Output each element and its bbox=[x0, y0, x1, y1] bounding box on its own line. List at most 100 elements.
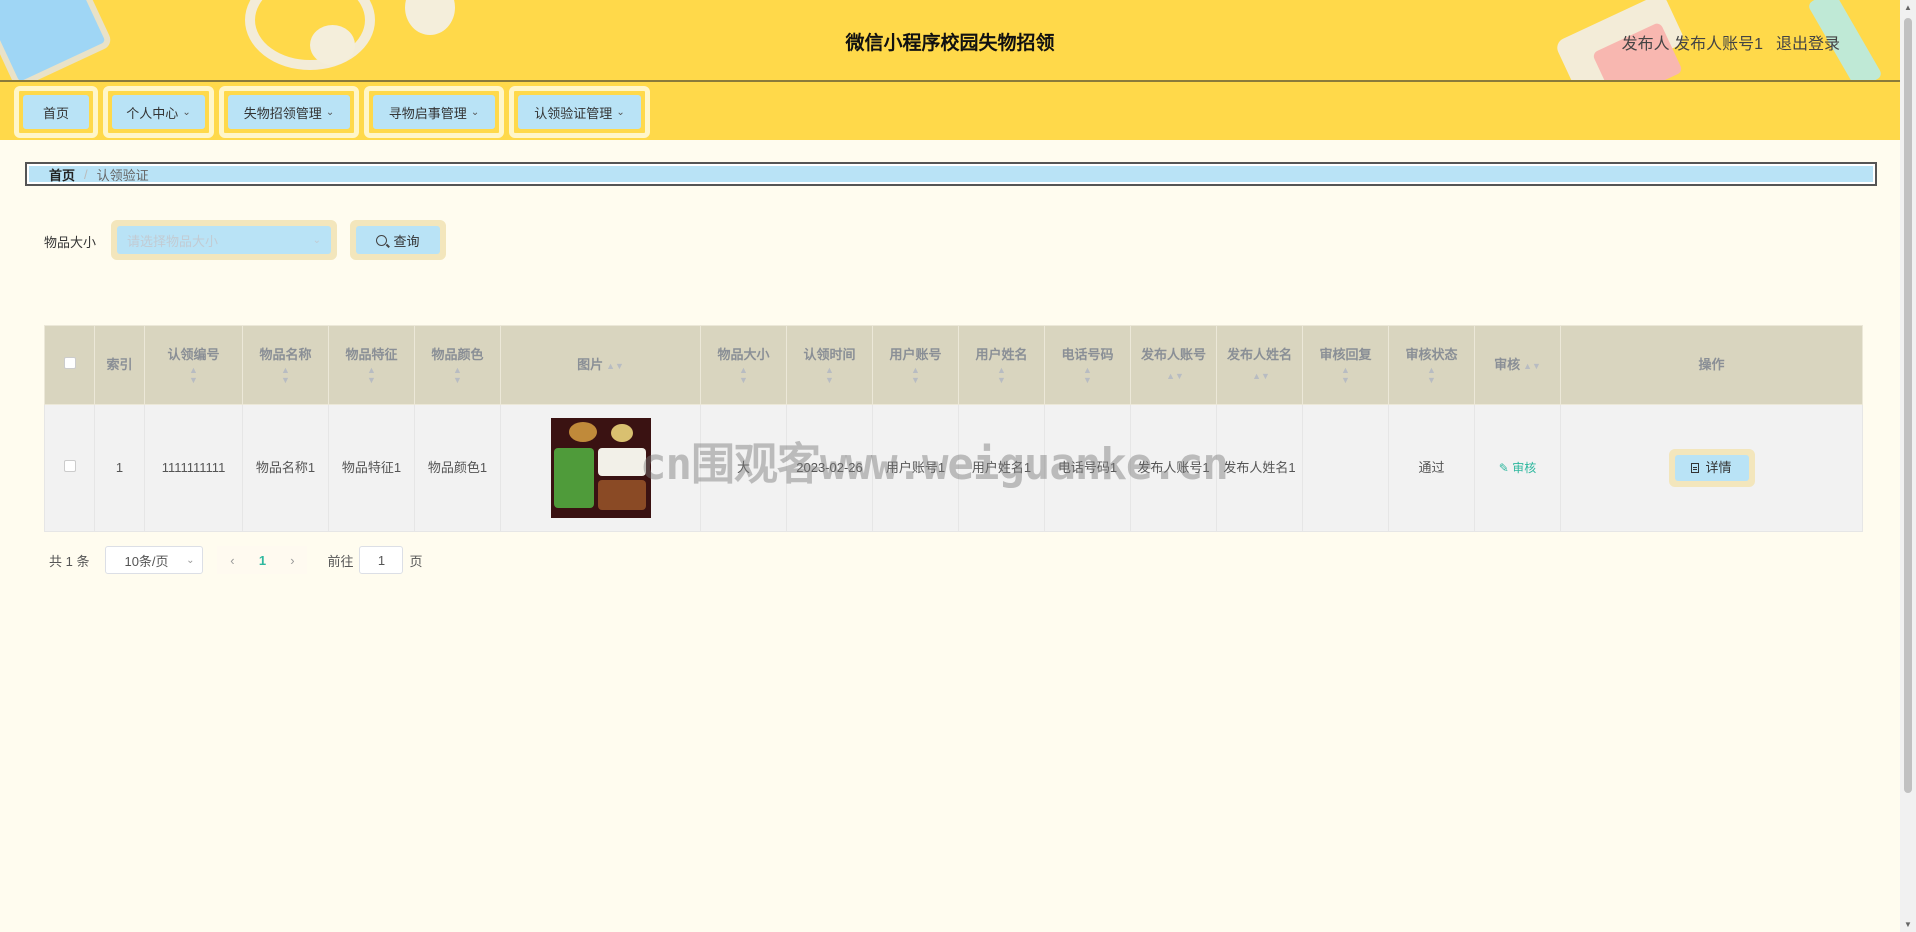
col-header-claim-no[interactable]: 认领编号 ▲ ▼ bbox=[144, 325, 243, 405]
select-all-cell bbox=[44, 325, 95, 405]
scroll-down-icon[interactable]: ▼ bbox=[1904, 920, 1912, 929]
nav-item-claim-verification-management[interactable]: 认领验证管理 ⌄ bbox=[509, 86, 650, 138]
table-row: 1 1111111111 物品名称1 物品特征1 物品颜色1 大 2023-02… bbox=[44, 404, 1863, 532]
chevron-down-icon: ⌄ bbox=[325, 106, 335, 118]
total-count: 共 1 条 bbox=[49, 553, 90, 569]
col-header-phone[interactable]: 电话号码 ▲ ▼ bbox=[1044, 325, 1131, 405]
edit-icon: ✎ bbox=[1498, 461, 1513, 475]
col-header-item-feature[interactable]: 物品特征 ▲ ▼ bbox=[328, 325, 415, 405]
vertical-scrollbar[interactable]: ▲ ▼ bbox=[1900, 0, 1916, 932]
sort-icon[interactable]: ▲▼ bbox=[1051, 365, 1124, 385]
goto-label: 前往 bbox=[327, 553, 354, 569]
cell-user-account: 用户账号1 bbox=[872, 404, 959, 532]
next-page-icon[interactable]: › bbox=[277, 553, 307, 568]
sort-icon[interactable]: ▲▼ bbox=[1252, 371, 1270, 381]
cell-image bbox=[500, 404, 701, 532]
col-header-item-size[interactable]: 物品大小 ▲ ▼ bbox=[700, 325, 787, 405]
chevron-down-icon: ⌄ bbox=[312, 234, 321, 246]
audit-link[interactable]: ✎ 审核 bbox=[1499, 461, 1536, 475]
nav-item-home[interactable]: 首页 bbox=[14, 86, 98, 138]
cell-audit: ✎ 审核 bbox=[1474, 404, 1561, 532]
header-label: 审核 bbox=[1494, 356, 1521, 372]
pagination: 共 1 条 10条/页 ⌄ ‹ 1 › 前往 页 bbox=[49, 546, 423, 574]
header-label: 索引 bbox=[106, 357, 133, 372]
sort-icon[interactable]: ▲▼ bbox=[965, 365, 1038, 385]
item-size-select[interactable]: 请选择物品大小 ⌄ bbox=[111, 220, 337, 260]
sort-icon[interactable]: ▲▼ bbox=[151, 365, 236, 385]
pager: ‹ 1 › bbox=[217, 546, 308, 574]
site-title: 微信小程序校园失物招领 bbox=[845, 33, 1055, 54]
header-label: 物品名称 bbox=[259, 347, 312, 362]
nav-item-label: 失物招领管理 bbox=[243, 105, 322, 121]
col-header-user-name[interactable]: 用户姓名 ▲ ▼ bbox=[958, 325, 1045, 405]
sort-icon[interactable]: ▲▼ bbox=[421, 365, 494, 385]
breadcrumb-separator: / bbox=[84, 166, 88, 182]
main-nav: 首页 个人中心 ⌄ 失物招领管理 ⌄ 寻物启事管理 ⌄ 认领验证管理 ⌄ bbox=[0, 82, 1900, 140]
sort-icon[interactable]: ▲▼ bbox=[1309, 365, 1382, 385]
detail-button[interactable]: 详情 bbox=[1668, 449, 1755, 487]
sort-icon[interactable]: ▲▼ bbox=[335, 365, 408, 385]
cell-index: 1 bbox=[94, 404, 145, 532]
audit-link-label: 审核 bbox=[1512, 461, 1537, 475]
sort-icon[interactable]: ▲▼ bbox=[606, 361, 624, 371]
breadcrumb-home[interactable]: 首页 bbox=[49, 165, 75, 184]
header-label: 物品大小 bbox=[717, 347, 770, 362]
logout-link[interactable]: 退出登录 bbox=[1776, 30, 1840, 54]
prev-page-icon[interactable]: ‹ bbox=[217, 553, 247, 568]
item-photo[interactable] bbox=[550, 418, 651, 518]
sort-icon[interactable]: ▲▼ bbox=[249, 365, 322, 385]
cell-item-size: 大 bbox=[700, 404, 787, 532]
header-label: 发布人账号 bbox=[1140, 346, 1206, 362]
nav-item-lost-notice-management[interactable]: 寻物启事管理 ⌄ bbox=[364, 86, 504, 138]
nav-item-personal-center[interactable]: 个人中心 ⌄ bbox=[103, 86, 214, 138]
cell-phone: 电话号码1 bbox=[1044, 404, 1131, 532]
col-header-image[interactable]: 图片 ▲▼ bbox=[500, 325, 701, 405]
header-label: 审核回复 bbox=[1319, 347, 1372, 362]
select-all-checkbox[interactable] bbox=[63, 357, 76, 369]
search-button[interactable]: 查询 bbox=[350, 220, 446, 260]
col-header-item-color[interactable]: 物品颜色 ▲ ▼ bbox=[414, 325, 501, 405]
header-label: 发布人姓名 bbox=[1226, 346, 1292, 362]
page-number[interactable]: 1 bbox=[247, 553, 277, 568]
sort-icon[interactable]: ▲▼ bbox=[1523, 361, 1541, 371]
header-label: 物品特征 bbox=[345, 347, 398, 362]
header-label: 物品颜色 bbox=[431, 347, 484, 362]
nav-item-lost-found-management[interactable]: 失物招领管理 ⌄ bbox=[219, 86, 359, 138]
page-suffix: 页 bbox=[409, 553, 423, 569]
header-label: 认领编号 bbox=[167, 347, 220, 362]
sort-icon[interactable]: ▲▼ bbox=[1166, 371, 1184, 381]
cell-claim-time: 2023-02-26 bbox=[786, 404, 873, 532]
sort-icon[interactable]: ▲▼ bbox=[879, 365, 952, 385]
header-label: 用户姓名 bbox=[975, 347, 1028, 362]
search-icon bbox=[376, 234, 388, 246]
col-header-claim-time[interactable]: 认领时间 ▲ ▼ bbox=[786, 325, 873, 405]
row-select-cell bbox=[44, 404, 95, 532]
col-header-audit-status[interactable]: 审核状态 ▲ ▼ bbox=[1388, 325, 1475, 405]
table-header-row: 索引 认领编号 ▲ ▼ 物品名称 ▲ ▼ 物品特征 ▲ ▼ 物品颜色 ▲ ▼ 图片 ▲▼ 物品大小… bbox=[44, 325, 1863, 405]
scroll-up-icon[interactable]: ▲ bbox=[1904, 3, 1912, 12]
col-header-publisher-account[interactable]: 发布人账号 ▲▼ bbox=[1130, 325, 1217, 405]
sort-icon[interactable]: ▲▼ bbox=[707, 365, 780, 385]
page-size-select[interactable]: 10条/页 ⌄ bbox=[105, 546, 204, 574]
cell-user-name: 用户姓名1 bbox=[958, 404, 1045, 532]
scrollbar-thumb[interactable] bbox=[1904, 18, 1912, 793]
sort-icon[interactable]: ▲▼ bbox=[793, 365, 866, 385]
col-header-user-account[interactable]: 用户账号 ▲ ▼ bbox=[872, 325, 959, 405]
cell-item-feature: 物品特征1 bbox=[328, 404, 415, 532]
col-header-index: 索引 bbox=[94, 325, 145, 405]
sort-icon[interactable]: ▲▼ bbox=[1395, 365, 1468, 385]
col-header-item-name[interactable]: 物品名称 ▲ ▼ bbox=[242, 325, 329, 405]
col-header-audit-reply[interactable]: 审核回复 ▲ ▼ bbox=[1302, 325, 1389, 405]
col-header-audit[interactable]: 审核 ▲▼ bbox=[1474, 325, 1561, 405]
detail-button-label: 详情 bbox=[1705, 460, 1732, 475]
cell-publisher-account: 发布人账号1 bbox=[1130, 404, 1217, 532]
header-label: 电话号码 bbox=[1061, 347, 1114, 362]
col-header-publisher-name[interactable]: 发布人姓名 ▲▼ bbox=[1216, 325, 1303, 405]
header-label: 用户账号 bbox=[889, 347, 942, 362]
row-checkbox[interactable] bbox=[63, 460, 76, 472]
goto-page-input[interactable] bbox=[359, 546, 404, 574]
cell-item-name: 物品名称1 bbox=[242, 404, 329, 532]
search-size-label: 物品大小 bbox=[44, 235, 97, 250]
breadcrumb-current: 认领验证 bbox=[96, 167, 149, 183]
chevron-down-icon: ⌄ bbox=[186, 554, 195, 566]
